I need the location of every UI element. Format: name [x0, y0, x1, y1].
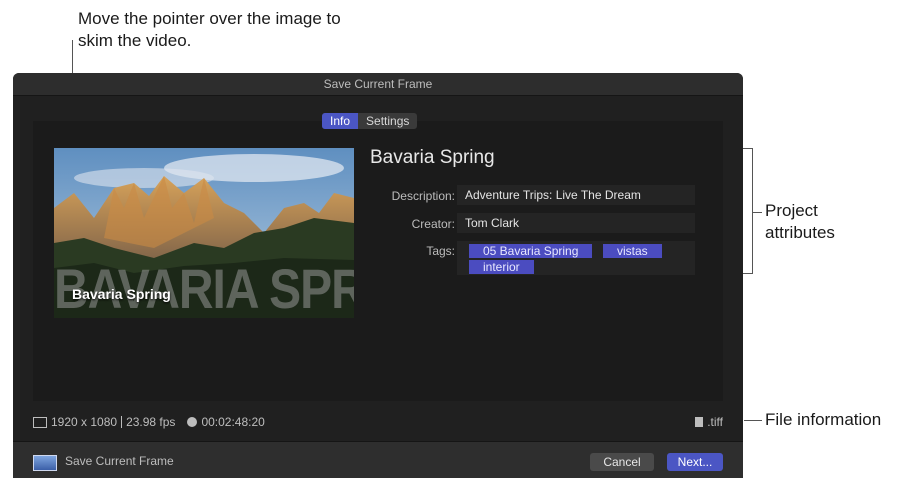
video-info: 1920 x 1080 23.98 fps 00:02:48:20: [33, 415, 265, 429]
tag-chip[interactable]: interior: [469, 260, 534, 274]
cancel-button[interactable]: Cancel: [590, 453, 654, 471]
file-information-annotation: File information: [765, 410, 882, 429]
file-info-annotation-line: [744, 420, 762, 421]
file-format: .tiff: [695, 415, 723, 429]
document-icon: [695, 417, 704, 427]
attributes-bracket: [752, 148, 753, 274]
creator-label: Creator:: [411, 217, 455, 231]
description-label: Description:: [391, 189, 455, 203]
description-field[interactable]: Adventure Trips: Live The Dream: [457, 185, 695, 205]
pointer-annotation: Move the pointer over the image to skim …: [78, 9, 341, 50]
save-frame-dialog: Save Current Frame Info Settings BAVARIA…: [13, 73, 743, 478]
tab-bar: Info Settings: [322, 113, 418, 129]
tag-chip[interactable]: 05 Bavaria Spring: [469, 244, 593, 258]
frame-size-icon: [33, 416, 47, 428]
creator-field[interactable]: Tom Clark: [457, 213, 695, 233]
frame-thumbnail-icon: [33, 455, 57, 471]
frame-preview[interactable]: BAVARIA SPRING Bavaria Spring: [54, 148, 354, 318]
tab-info[interactable]: Info: [322, 113, 359, 129]
preview-small-title: Bavaria Spring: [72, 286, 171, 302]
footer-label: Save Current Frame: [65, 454, 174, 468]
dialog-title: Save Current Frame: [13, 73, 743, 96]
dialog-footer: Save Current Frame Cancel Next...: [13, 441, 743, 478]
duration: 00:02:48:20: [201, 415, 265, 429]
tags-label: Tags:: [426, 244, 455, 258]
tag-chip[interactable]: vistas: [603, 244, 662, 258]
resolution: 1920 x 1080: [51, 415, 118, 429]
project-title: Bavaria Spring: [370, 147, 495, 168]
project-attributes-annotation: Project attributes: [765, 201, 835, 242]
tab-settings[interactable]: Settings: [358, 113, 417, 129]
file-extension: .tiff: [707, 415, 723, 429]
frame-rate: 23.98 fps: [126, 415, 176, 429]
clock-icon: [187, 417, 198, 427]
next-button[interactable]: Next...: [667, 453, 723, 471]
